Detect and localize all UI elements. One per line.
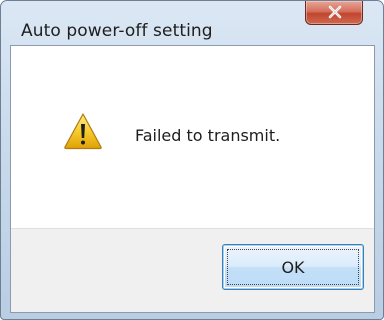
message-area: Failed to transmit. <box>11 46 374 228</box>
button-bar: OK <box>11 228 374 312</box>
message-text: Failed to transmit. <box>135 126 281 145</box>
ok-button[interactable]: OK <box>222 244 364 290</box>
dialog-window: Auto power-off setting Failed to transmi… <box>0 0 384 320</box>
window-title: Auto power-off setting <box>21 21 213 41</box>
dialog-body: Failed to transmit. OK <box>10 45 375 313</box>
ok-button-label: OK <box>281 257 305 277</box>
warning-icon <box>64 113 102 150</box>
close-icon <box>328 5 342 19</box>
close-button[interactable] <box>305 1 363 25</box>
